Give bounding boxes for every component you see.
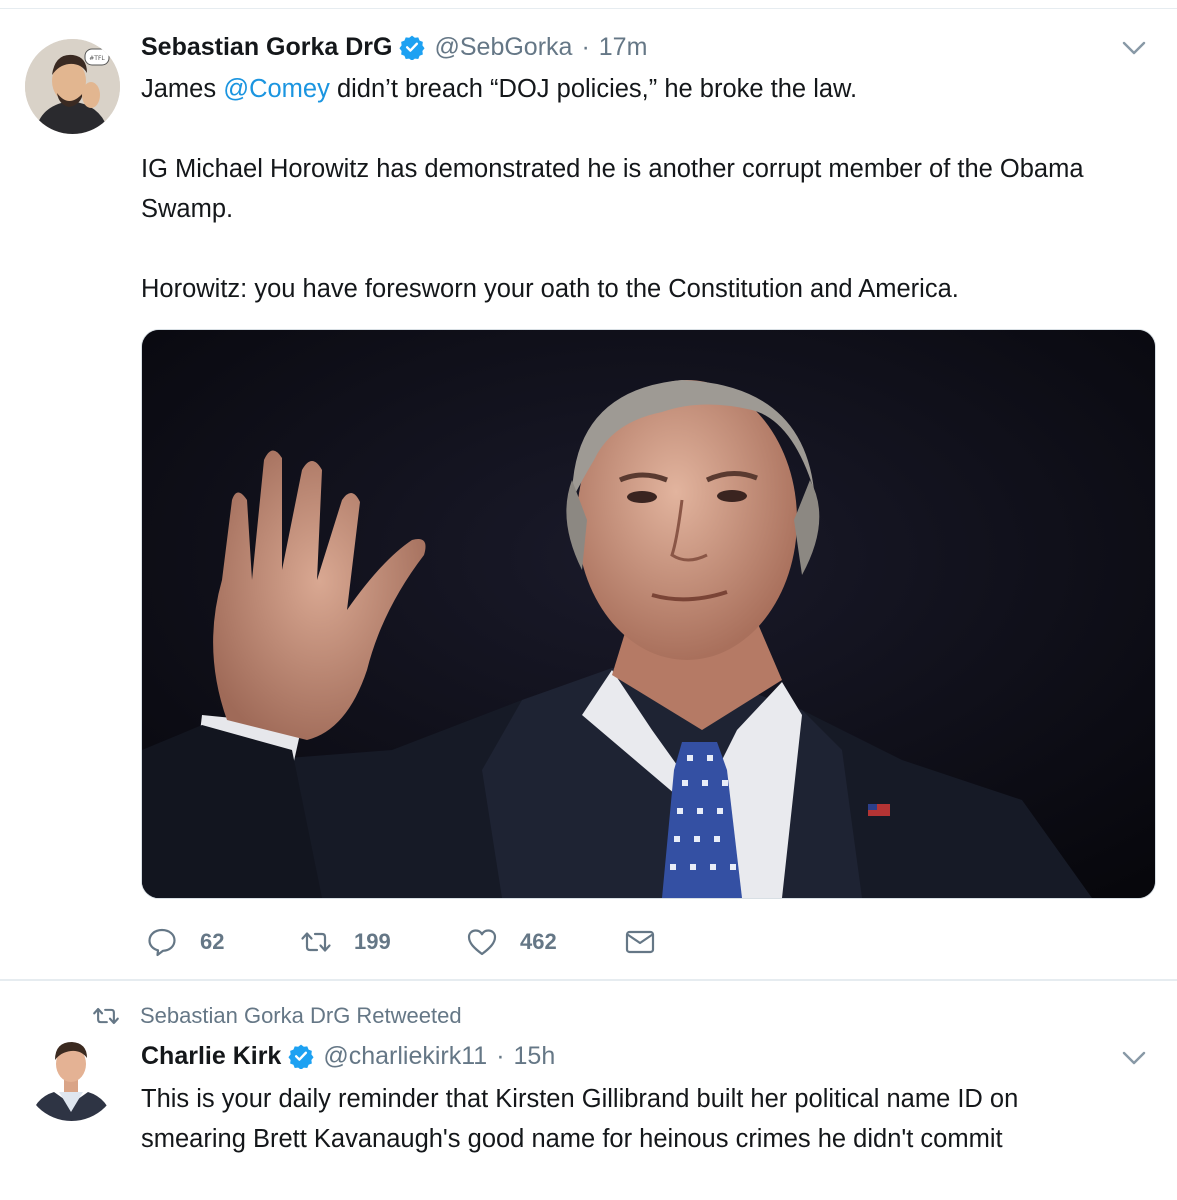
separator-dot: · bbox=[581, 32, 590, 61]
verified-check-icon bbox=[399, 35, 426, 60]
timestamp[interactable]: 17m bbox=[599, 33, 648, 62]
retweet-button[interactable]: 199 bbox=[300, 925, 391, 959]
avatar-charliekirk[interactable] bbox=[24, 1026, 119, 1121]
svg-text:#TFL: #TFL bbox=[89, 55, 105, 62]
like-count: 462 bbox=[520, 929, 557, 954]
author-handle[interactable]: @charliekirk11 bbox=[323, 1042, 487, 1071]
heart-icon bbox=[467, 929, 497, 956]
tweet-paragraph-3: Horowitz: you have foresworn your oath t… bbox=[141, 275, 959, 303]
tweet-text: This is your daily reminder that Kirsten… bbox=[141, 1079, 1117, 1159]
chevron-down-icon[interactable] bbox=[1121, 39, 1147, 57]
reply-button[interactable]: 62 bbox=[146, 925, 224, 959]
retweet-arrows-icon bbox=[93, 1007, 119, 1025]
text-segment: didn’t breach “DOJ policies,” he broke t… bbox=[329, 75, 858, 103]
tweet-header: Sebastian Gorka DrG @SebGorka · 17m bbox=[141, 29, 647, 65]
author-name[interactable]: Sebastian Gorka DrG bbox=[141, 33, 392, 62]
tweet-paragraph-1: James @Comey didn’t breach “DOJ policies… bbox=[141, 69, 1117, 109]
separator-dot: · bbox=[496, 1041, 505, 1070]
tweet-photo[interactable] bbox=[141, 329, 1156, 899]
author-name[interactable]: Charlie Kirk bbox=[141, 1042, 281, 1071]
tweet-sebgorka[interactable]: #TFL Sebastian Gorka DrG @SebGorka · 17m… bbox=[0, 9, 1177, 979]
timestamp[interactable]: 15h bbox=[514, 1042, 556, 1071]
retweet-context: Sebastian Gorka DrG Retweeted bbox=[92, 1001, 462, 1031]
speech-bubble-icon bbox=[148, 928, 176, 957]
avatar-sebgorka[interactable]: #TFL bbox=[25, 39, 120, 134]
verified-check-icon bbox=[288, 1044, 314, 1069]
chevron-down-icon[interactable] bbox=[1121, 1049, 1147, 1067]
mention-link[interactable]: @Comey bbox=[223, 75, 330, 103]
like-button[interactable]: 462 bbox=[466, 925, 557, 959]
tweet-text: James @Comey didn’t breach “DOJ policies… bbox=[141, 69, 1117, 309]
tweet-paragraph-2: IG Michael Horowitz has demonstrated he … bbox=[141, 155, 1084, 223]
retweet-arrows-icon bbox=[301, 932, 331, 952]
author-handle[interactable]: @SebGorka bbox=[434, 33, 572, 62]
tweet-paragraph-1: This is your daily reminder that Kirsten… bbox=[141, 1085, 1019, 1153]
retweet-count: 199 bbox=[354, 929, 391, 954]
reply-count: 62 bbox=[200, 929, 225, 954]
text-segment: James bbox=[141, 75, 224, 103]
envelope-icon bbox=[625, 930, 655, 954]
tweet-header: Charlie Kirk @charliekirk11 · 15h bbox=[141, 1039, 555, 1073]
tweet-charliekirk[interactable]: Sebastian Gorka DrG Retweeted Charlie Ki… bbox=[0, 981, 1177, 1200]
retweeted-by-label[interactable]: Sebastian Gorka DrG Retweeted bbox=[140, 1003, 462, 1029]
direct-message-button[interactable] bbox=[624, 925, 656, 959]
